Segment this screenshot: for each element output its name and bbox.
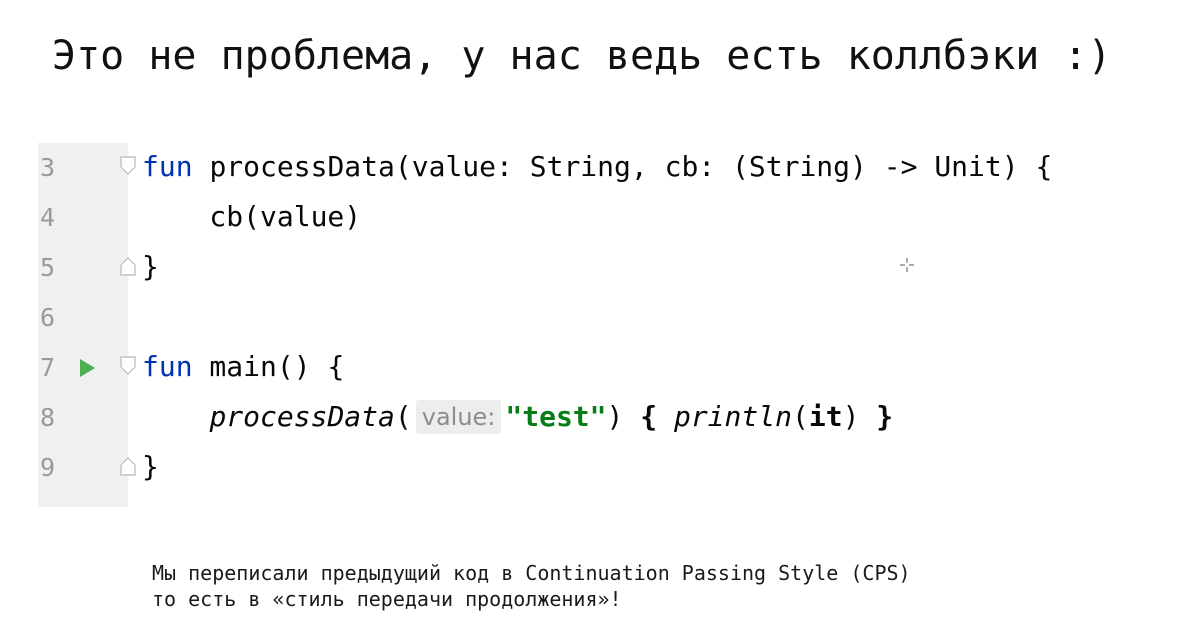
string-literal: "test"	[505, 400, 607, 433]
fold-marker-icon[interactable]	[118, 455, 138, 477]
function-call: processData	[209, 400, 395, 433]
line-number: 6	[40, 303, 56, 332]
code-line-6: 6	[38, 293, 1148, 343]
code-text[interactable]: fun main() {	[142, 350, 344, 384]
slide-title: Это не проблема, у нас ведь есть коллбэк…	[52, 33, 1112, 79]
code-line-3: 3 fun processData(value: String, cb: (St…	[38, 143, 1148, 193]
code-rest: main() {	[192, 350, 345, 383]
code-line-7: 7 fun main() {	[38, 343, 1148, 393]
code-editor: 3 fun processData(value: String, cb: (St…	[38, 143, 1148, 507]
println-call: println	[673, 400, 792, 433]
code-rest: (value: String, cb: (String) -> Unit) {	[394, 150, 1053, 183]
slide-caption: Мы переписали предыдущий код в Continuat…	[152, 560, 911, 612]
line-number: 4	[40, 203, 56, 232]
line-number: 5	[40, 253, 56, 282]
keyword: fun	[142, 150, 193, 183]
run-gutter-icon[interactable]	[78, 357, 96, 379]
paren-close: )	[606, 400, 641, 433]
line-number: 7	[40, 353, 56, 382]
fold-marker-icon[interactable]	[118, 255, 138, 277]
caption-line-2: то есть в «стиль передачи продолжения»!	[152, 587, 622, 611]
function-name: processData	[209, 150, 395, 183]
fold-marker-icon[interactable]	[118, 155, 138, 177]
paren-open: (	[791, 400, 809, 433]
code-line-9: 9 }	[38, 443, 1148, 493]
crosshair-cursor-icon	[900, 257, 914, 272]
code-text[interactable]: cb(value)	[142, 200, 361, 234]
paren-close: )	[842, 400, 860, 433]
code-text[interactable]: }	[142, 250, 159, 284]
paren-open: (	[394, 400, 412, 433]
lambda-brace-close: }	[876, 400, 894, 433]
line-number: 8	[40, 403, 56, 432]
fold-marker-icon[interactable]	[118, 355, 138, 377]
line-number: 3	[40, 153, 56, 182]
code-line-4: 4 cb(value)	[38, 193, 1148, 243]
code-text[interactable]: processData(value: "test") { println(it) …	[142, 400, 893, 434]
code-line-5: 5 }	[38, 243, 1148, 293]
code-text[interactable]: fun processData(value: String, cb: (Stri…	[142, 150, 1052, 184]
keyword: fun	[142, 350, 193, 383]
code-line-8: 8 processData(value: "test") { println(it…	[38, 393, 1148, 443]
it-keyword: it	[808, 400, 843, 433]
lambda-brace-open: {	[640, 400, 658, 433]
line-number: 9	[40, 453, 56, 482]
parameter-hint: value:	[415, 400, 502, 434]
code-text[interactable]: }	[142, 450, 159, 484]
caption-line-1: Мы переписали предыдущий код в Continuat…	[152, 561, 911, 585]
